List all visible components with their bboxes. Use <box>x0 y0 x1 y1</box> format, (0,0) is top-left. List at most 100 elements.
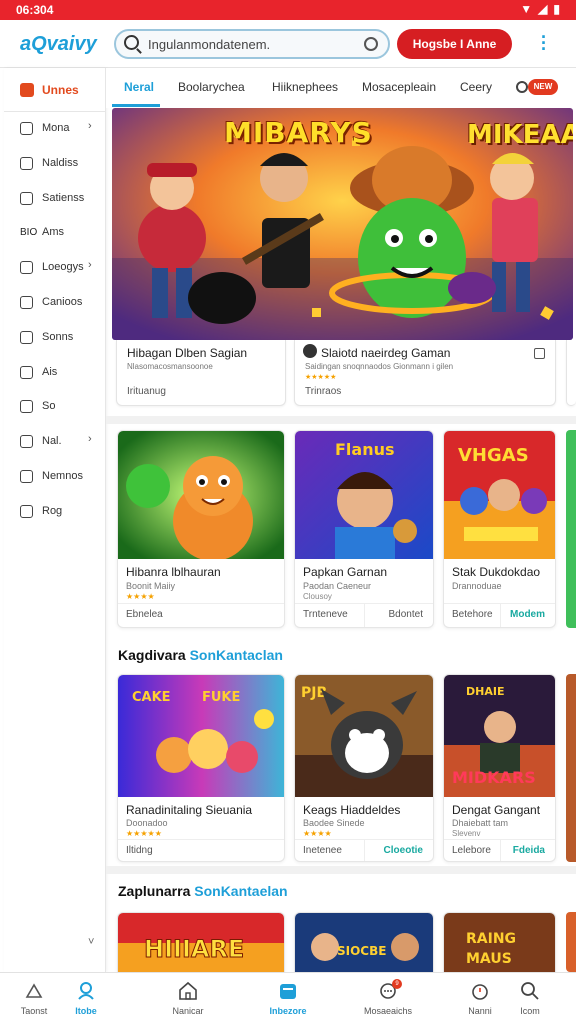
chevron-right-icon[interactable]: › <box>88 120 92 132</box>
chevron-right-icon[interactable]: › <box>88 259 92 271</box>
card-action-left[interactable]: Inetenee <box>303 845 342 856</box>
chat-icon <box>20 400 33 414</box>
sidebar-item[interactable]: Satienss <box>4 186 106 214</box>
section-see-all-link[interactable]: SonKantaelan <box>194 883 287 899</box>
search-icon <box>521 982 539 1000</box>
search-input[interactable]: Ingulanmondatenem. <box>148 37 270 52</box>
nav-item-2[interactable]: Nanicar <box>158 973 218 1025</box>
sidebar-item[interactable]: Sonns <box>4 325 106 353</box>
card-action-left[interactable]: Ebnelea <box>126 609 163 620</box>
game-card[interactable]: Hibanra lblhauran Boonit Maiiy ★★★★ Ebne… <box>117 430 285 628</box>
sidebar-item[interactable]: So <box>4 394 106 422</box>
featured-footer: Trinraos <box>305 386 342 397</box>
sidebar-item[interactable]: Mona › <box>4 116 106 144</box>
game-thumbnail <box>118 431 284 559</box>
sidebar-item[interactable]: Ais <box>4 360 106 388</box>
tab-4[interactable]: Ceery <box>460 80 492 94</box>
game-subtitle: Doonadoo <box>126 818 168 828</box>
game-card[interactable]: RAING MAUS <box>443 912 556 972</box>
game-card[interactable]: CAKE FUKE Ranadinitaling Sieuania Doonado… <box>117 674 285 862</box>
game-card[interactable]: PJB Keags Hiaddeldes Baodee Sinede ★★★★ … <box>294 674 434 862</box>
circle-icon <box>20 261 33 275</box>
game-card[interactable]: VHGAS Stak Dukdokdao Drannoduae Betehore… <box>443 430 556 628</box>
sidebar-item[interactable]: Naldiss <box>4 151 106 179</box>
featured-card[interactable]: Slaiotd naeirdeg Gaman Saidingan snoqnna… <box>294 340 556 406</box>
sidebar-item[interactable]: BIO Ams <box>4 220 106 248</box>
kebab-icon[interactable]: · · · <box>536 28 552 58</box>
doc-icon <box>20 296 33 309</box>
game-card[interactable]: DHAIE MIDKARS Dengat Gangant Dhaiebatt ta… <box>443 674 556 862</box>
tab-1[interactable]: Boolarychea <box>178 80 245 94</box>
svg-text:FUKE: FUKE <box>202 690 240 705</box>
sidebar-item[interactable]: Nemnos <box>4 464 106 492</box>
sidebar-header-label: Unnes <box>42 83 79 97</box>
sidebar-item-label: Naldiss <box>42 156 79 169</box>
card-peek <box>566 674 576 862</box>
cta-button[interactable]: Hogsbe I Anne <box>397 29 512 59</box>
tab-3[interactable]: Mosacepleain <box>362 80 436 94</box>
app-logo[interactable]: aQvaivy <box>20 33 97 56</box>
card-action-left[interactable]: Lelebore <box>452 845 491 856</box>
featured-subtitle: Nlasomacosmansoonoe <box>127 362 213 371</box>
tab-0[interactable]: Neral <box>124 80 154 94</box>
nav-item-6[interactable]: Icom <box>500 973 560 1025</box>
sidebar-item-label: Rog <box>42 504 63 517</box>
app-badge-icon <box>20 83 34 97</box>
game-thumbnail: HIIIARE <box>118 913 284 972</box>
card-divider-vertical <box>364 603 365 627</box>
active-tab-indicator <box>112 104 160 107</box>
sidebar-item[interactable]: Loeogys › <box>4 255 106 283</box>
sidebar-item-label: Nemnos <box>42 470 83 482</box>
sidebar-item[interactable]: Nal. › <box>4 429 106 457</box>
game-subtitle: Drannoduae <box>452 581 502 591</box>
section-title: Kagdivara SonKantaclan <box>118 647 283 663</box>
game-card[interactable]: HIIIARE <box>117 912 285 972</box>
featured-card[interactable]: Hibagan Dlben Sagian Nlasomacosmansoonoe… <box>116 340 286 406</box>
nav-item-3[interactable]: Inbezore <box>258 973 318 1025</box>
notification-badge: 9 <box>392 979 402 989</box>
game-title: Hibanra lblhauran <box>126 565 221 579</box>
nav-item-0[interactable]: Taonst <box>4 973 64 1025</box>
chevron-down-icon[interactable]: ˅ <box>88 936 94 948</box>
section-title-text: Kagdivara <box>118 647 186 663</box>
card-action-right[interactable]: Cloeotie <box>384 845 423 856</box>
tab-search-button[interactable]: NEW <box>516 78 558 98</box>
sidebar-item[interactable]: Canioos <box>4 290 106 318</box>
smile-icon <box>20 504 33 518</box>
card-action-left[interactable]: Trnteneve <box>303 609 348 620</box>
tab-2[interactable]: Hiiknephees <box>272 80 338 94</box>
search-bar[interactable]: Ingulanmondatenem. <box>114 29 390 59</box>
chevron-right-icon[interactable]: › <box>88 433 92 445</box>
image-icon <box>20 156 33 170</box>
avatar <box>303 344 317 358</box>
sidebar: Unnes Mona › Naldiss Satienss BIO Ams Loeogys ›… <box>4 68 106 972</box>
card-action-right[interactable]: Modem <box>510 609 545 620</box>
house-icon <box>179 981 197 1000</box>
section-divider <box>106 416 576 424</box>
sidebar-header[interactable]: Unnes <box>4 68 106 112</box>
card-action-right[interactable]: Fdeida <box>513 845 545 856</box>
featured-title: Slaiotd naeirdeg Gaman <box>321 346 451 360</box>
game-card[interactable]: SIOCBE <box>294 912 434 972</box>
nav-item-4[interactable]: 9 Mosaeaichs <box>358 973 418 1025</box>
svg-text:SIOCBE: SIOCBE <box>337 944 386 958</box>
new-badge: NEW <box>528 79 558 95</box>
svg-text:MIDKARS: MIDKARS <box>452 768 536 787</box>
featured-title: Hibagan Dlben Sagian <box>127 346 248 360</box>
voice-icon[interactable] <box>364 37 378 51</box>
sidebar-item[interactable]: Rog <box>4 499 106 527</box>
card-action-right[interactable]: Bdontet <box>389 609 423 620</box>
bookmark-icon[interactable] <box>534 348 545 359</box>
hero-banner[interactable]: MIBARYS MIKEAAR <box>112 108 573 340</box>
nav-item-1[interactable]: Itobe <box>56 973 116 1025</box>
game-title: Ranadinitaling Sieuania <box>126 803 253 817</box>
card-divider <box>118 603 284 604</box>
card-action-left[interactable]: Betehore <box>452 609 493 620</box>
section-divider <box>106 866 576 874</box>
section-see-all-link[interactable]: SonKantaclan <box>190 647 283 663</box>
card-peek <box>566 912 576 972</box>
card-action-left[interactable]: Iltidng <box>126 845 153 856</box>
hero-title-right: MIKEAAR <box>467 120 573 150</box>
game-thumbnail: Flanus <box>295 431 433 559</box>
game-card[interactable]: Flanus Papkan Garnan Paodan Caeneur Clou… <box>294 430 434 628</box>
